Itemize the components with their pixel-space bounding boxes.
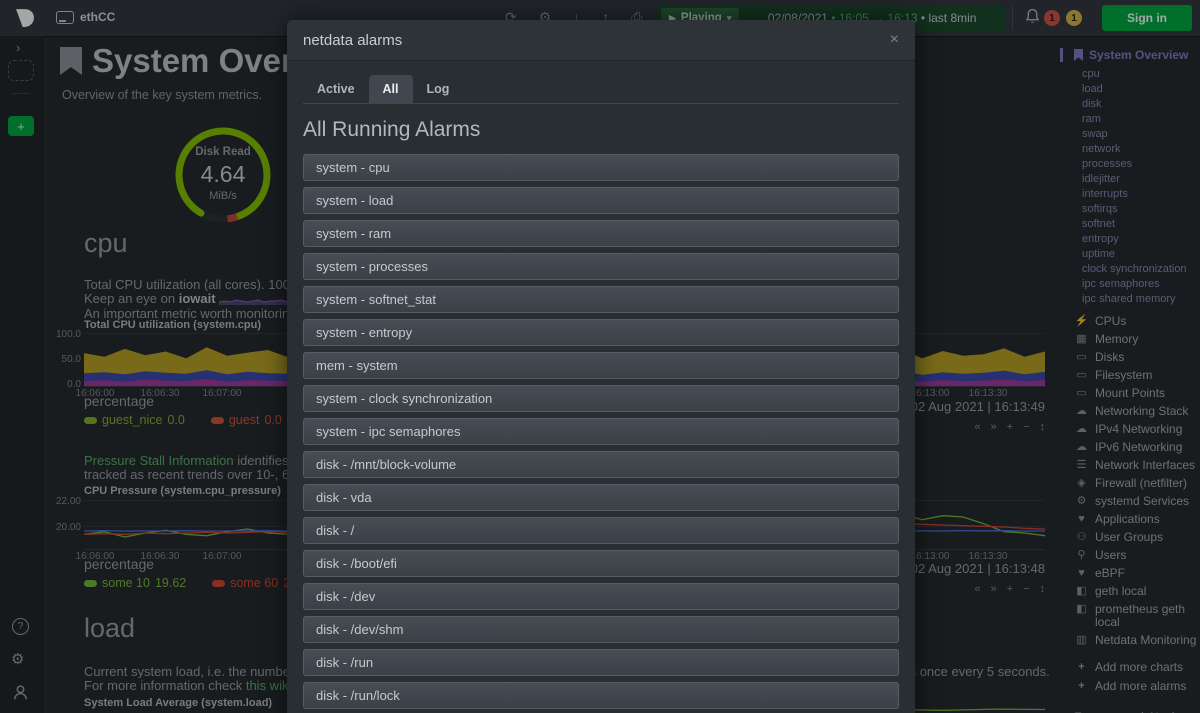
alarm-item[interactable]: system - softnet_stat [303,286,899,313]
close-icon[interactable]: × [890,31,899,49]
alarm-item[interactable]: system - load [303,187,899,214]
modal-title: netdata alarms [303,32,890,49]
modal-header: netdata alarms × [287,20,915,61]
alarms-modal: netdata alarms × ActiveAllLog All Runnin… [287,20,915,713]
alarm-tabs: ActiveAllLog [303,75,899,104]
alarm-item[interactable]: disk - /dev/shm [303,616,899,643]
netdata-dashboard: ethCC ⟳⚙↓↑⎙ ▶ Playing ▾ 02/08/2021 • 16:… [0,0,1200,713]
tab-all[interactable]: All [369,75,413,103]
alarm-item[interactable]: system - ipc semaphores [303,418,899,445]
alarm-item[interactable]: disk - /run [303,649,899,676]
alarm-item[interactable]: disk - /run/lock [303,682,899,709]
alarm-item[interactable]: system - processes [303,253,899,280]
alarm-item[interactable]: system - entropy [303,319,899,346]
alarm-item[interactable]: system - clock synchronization [303,385,899,412]
modal-body: ActiveAllLog All Running Alarms system -… [287,61,915,713]
alarms-heading: All Running Alarms [303,118,899,142]
alarm-item[interactable]: disk - /boot/efi [303,550,899,577]
alarm-item[interactable]: disk - / [303,517,899,544]
tab-active[interactable]: Active [303,75,369,103]
alarm-item[interactable]: disk - /mnt/block-volume [303,451,899,478]
alarm-item[interactable]: system - ram [303,220,899,247]
alarm-item[interactable]: disk - /dev [303,583,899,610]
alarms-list: system - cpu system - load system - ram sys… [303,154,899,713]
alarm-item[interactable]: mem - system [303,352,899,379]
alarm-item[interactable]: disk - vda [303,484,899,511]
alarm-item[interactable]: system - cpu [303,154,899,181]
tab-log[interactable]: Log [413,75,464,103]
